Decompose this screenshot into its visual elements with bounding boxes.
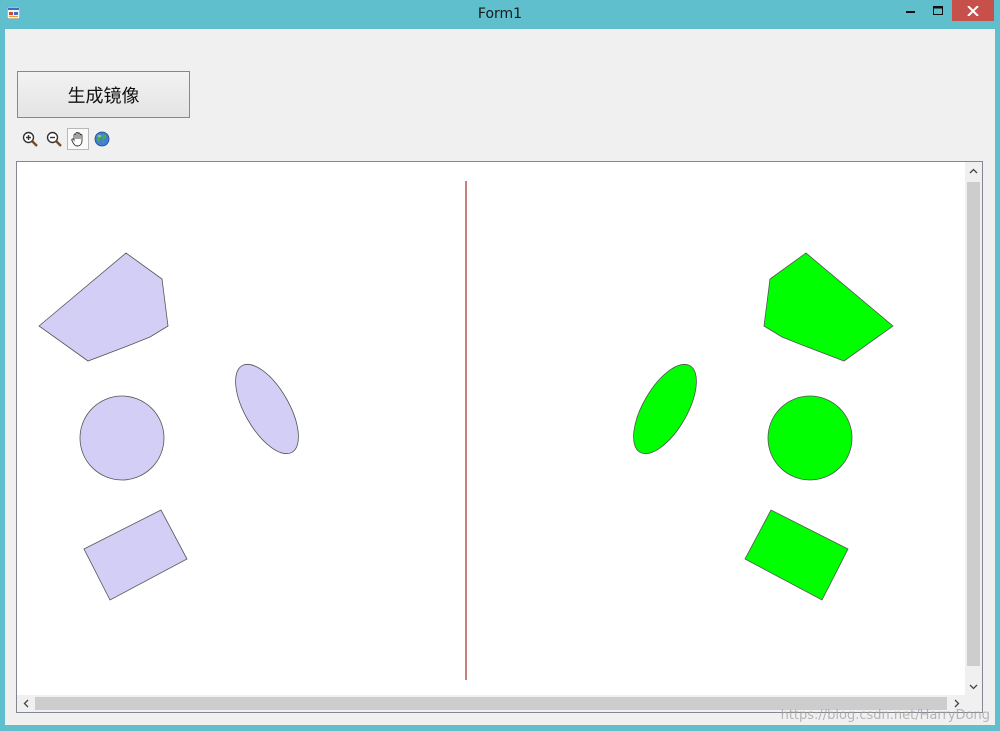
original-tilted-ellipse[interactable] <box>223 355 311 464</box>
minimize-icon <box>906 10 915 13</box>
zoom-out-icon <box>46 131 62 147</box>
map-toolbar <box>19 128 113 152</box>
map-control[interactable] <box>16 161 983 713</box>
scroll-down-button[interactable] <box>965 678 982 695</box>
original-pentagon[interactable] <box>38 252 169 362</box>
generate-mirror-button[interactable]: 生成镜像 <box>17 71 190 118</box>
main-window: Form1 生成镜像 https://blog.csdn.net/HarryDo… <box>0 0 1000 731</box>
chevron-down-icon <box>969 684 978 689</box>
zoom-in-tool[interactable] <box>19 128 41 150</box>
maximize-button[interactable] <box>925 0 951 21</box>
original-rectangle[interactable] <box>83 509 188 601</box>
close-icon <box>967 5 979 16</box>
mirrored-circle[interactable] <box>767 395 853 481</box>
minimize-button[interactable] <box>898 0 924 21</box>
chevron-left-icon <box>23 699 28 708</box>
globe-icon <box>94 131 110 147</box>
close-button[interactable] <box>952 0 994 21</box>
vertical-scroll-thumb[interactable] <box>967 182 980 666</box>
hand-pan-icon <box>71 132 83 147</box>
mirrored-pentagon[interactable] <box>763 252 894 362</box>
map-canvas[interactable] <box>17 162 965 695</box>
form-client-area: 生成镜像 <box>5 29 995 725</box>
mirrored-rectangle[interactable] <box>744 509 849 601</box>
zoom-out-tool[interactable] <box>43 128 65 150</box>
chevron-up-icon <box>969 168 978 173</box>
watermark-text: https://blog.csdn.net/HarryDong <box>780 708 990 723</box>
zoom-in-icon <box>22 131 38 147</box>
full-extent-tool[interactable] <box>91 128 113 150</box>
original-circle[interactable] <box>79 395 165 481</box>
scroll-left-button[interactable] <box>17 695 34 712</box>
vertical-scrollbar[interactable] <box>965 162 982 695</box>
window-title: Form1 <box>477 6 523 22</box>
maximize-icon <box>933 5 943 15</box>
mirrored-tilted-ellipse[interactable] <box>621 355 709 464</box>
title-bar[interactable]: Form1 <box>0 0 1000 28</box>
pan-tool[interactable] <box>67 128 89 150</box>
chevron-right-icon <box>954 699 959 708</box>
scroll-up-button[interactable] <box>965 162 982 179</box>
